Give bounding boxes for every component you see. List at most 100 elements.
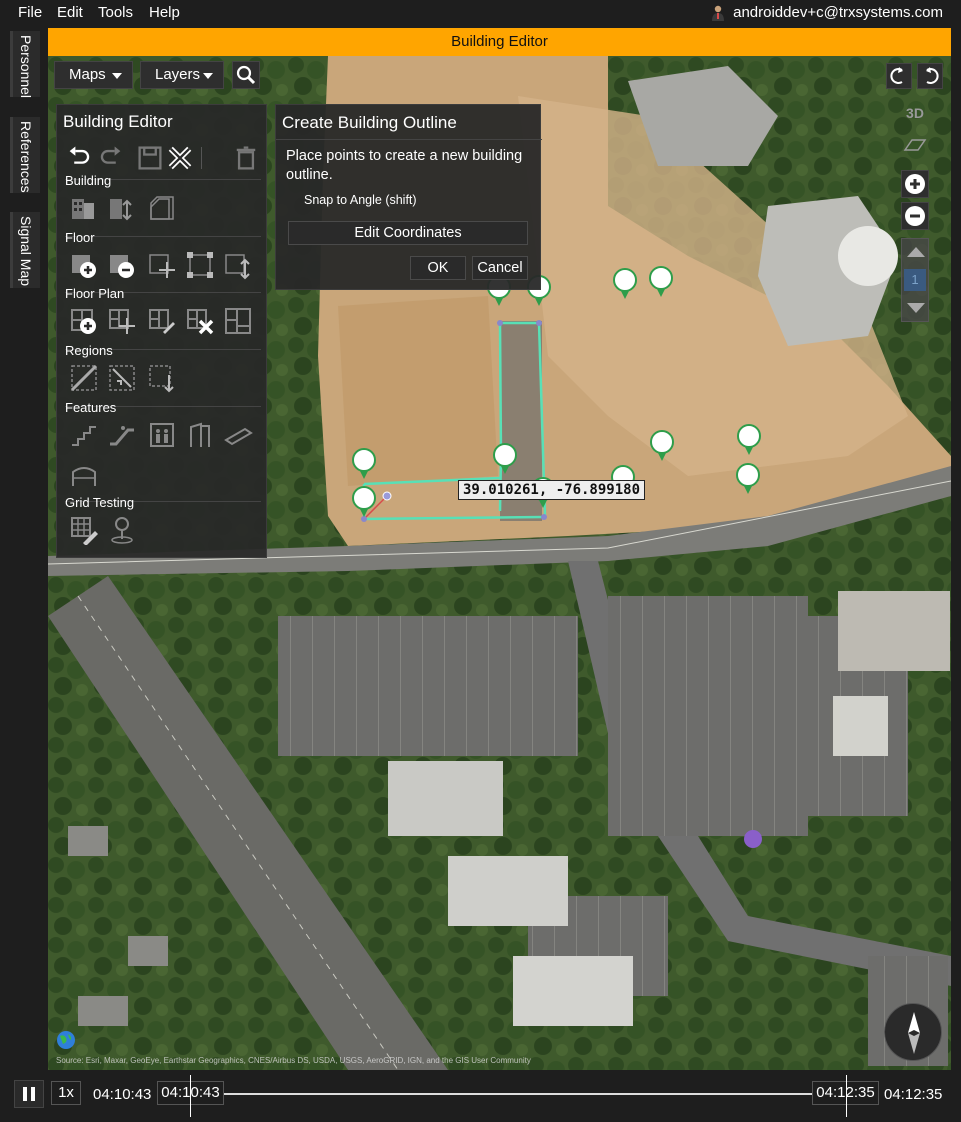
region-split-icon [109, 365, 135, 391]
split-region-button[interactable] [107, 363, 137, 393]
edit-floor-plan-button[interactable] [147, 306, 177, 336]
chevron-down-icon [112, 73, 122, 79]
stairs-button[interactable] [69, 420, 99, 450]
window-icon [72, 467, 96, 486]
save-button[interactable] [135, 143, 162, 170]
window-button[interactable] [69, 460, 99, 490]
discard-icon [168, 146, 192, 170]
reorder-region-button[interactable] [147, 363, 177, 393]
tilt-plane-icon[interactable] [902, 136, 928, 154]
coordinate-readout: 39.010261, -76.899180 [458, 480, 646, 500]
floor-plan-add-icon [71, 309, 96, 334]
menu-file[interactable]: File [18, 4, 42, 21]
add-floor-plan-button[interactable] [69, 306, 99, 336]
ok-button[interactable]: OK [410, 256, 466, 280]
ramp-icon [224, 427, 253, 446]
zoom-in-button[interactable] [901, 170, 929, 198]
discard-button[interactable] [165, 143, 192, 170]
section-features: Features [65, 400, 117, 415]
grid-edit-button[interactable] [69, 515, 99, 546]
ramp-button[interactable] [223, 420, 253, 450]
building-move-icon [110, 199, 132, 221]
location-pin-button[interactable] [107, 515, 137, 545]
rotate-right-button[interactable] [917, 63, 943, 89]
move-floor-button[interactable] [147, 250, 177, 280]
building-add-icon [72, 199, 94, 219]
pause-icon [23, 1087, 35, 1101]
floor-resize-button[interactable] [185, 250, 215, 280]
floor-reorder-button[interactable] [223, 250, 253, 280]
add-region-button[interactable] [69, 363, 99, 393]
floor-plan-move-icon [109, 309, 135, 334]
zoom-out-icon [905, 206, 925, 226]
map-pin-marker[interactable] [735, 462, 761, 496]
timeline-track[interactable] [224, 1093, 812, 1095]
floor-remove-icon [110, 255, 134, 278]
maps-dropdown[interactable]: Maps [54, 61, 133, 89]
building-outline-button[interactable] [147, 193, 177, 223]
rotate-left-icon [890, 67, 903, 84]
3d-toggle[interactable]: 3D [902, 105, 928, 123]
layers-dropdown[interactable]: Layers [140, 61, 224, 89]
tab-references[interactable]: References [10, 117, 40, 193]
map-pin-marker[interactable] [736, 423, 762, 457]
map-pin-marker[interactable] [492, 442, 518, 476]
pause-button[interactable] [14, 1080, 44, 1108]
floor-resize-icon [187, 252, 213, 278]
elevator-button[interactable] [147, 420, 177, 450]
tab-personnel[interactable]: Personnel [10, 31, 40, 98]
map-pin-marker[interactable] [612, 267, 638, 301]
compass-button[interactable] [884, 1003, 942, 1061]
edit-coordinates-button[interactable]: Edit Coordinates [288, 221, 528, 245]
search-button[interactable] [232, 61, 260, 89]
floor-down-icon[interactable] [906, 301, 926, 315]
snap-to-angle-option[interactable]: Snap to Angle (shift) [304, 193, 417, 207]
map-attribution: Source: Esri, Maxar, GeoEye, Earthstar G… [56, 1056, 531, 1065]
map-pin-marker[interactable] [648, 265, 674, 299]
delete-button[interactable] [231, 143, 257, 170]
map-pin-marker[interactable] [351, 485, 377, 519]
floor-number[interactable]: 1 [904, 269, 926, 291]
stairs-icon [72, 426, 96, 446]
map-pin-marker[interactable] [351, 447, 377, 481]
rotate-left-button[interactable] [886, 63, 912, 89]
zoom-in-icon [905, 174, 925, 194]
grid-edit-icon [71, 517, 98, 546]
remove-floor-button[interactable] [107, 250, 137, 280]
layers-dropdown-label: Layers [155, 66, 201, 83]
undo-button[interactable] [65, 143, 91, 169]
chevron-down-icon [203, 73, 213, 79]
add-floor-button[interactable] [69, 250, 99, 280]
map-pin-marker[interactable] [649, 429, 675, 463]
user-account[interactable]: androiddev+c@trxsystems.com [711, 4, 943, 21]
range-end-marker [846, 1075, 847, 1117]
search-icon [236, 65, 256, 85]
move-building-button[interactable] [107, 193, 137, 223]
range-start-marker [190, 1075, 191, 1117]
floor-plan-view-button[interactable] [223, 306, 253, 336]
maps-dropdown-label: Maps [69, 66, 106, 83]
zoom-out-button[interactable] [901, 202, 929, 230]
elevator-icon [150, 423, 174, 447]
floor-up-icon[interactable] [906, 245, 926, 259]
menu-tools[interactable]: Tools [98, 4, 133, 21]
door-button[interactable] [185, 420, 215, 450]
menu-help[interactable]: Help [149, 4, 180, 21]
tab-signal-map[interactable]: Signal Map [10, 212, 40, 288]
menu-edit[interactable]: Edit [57, 4, 83, 21]
redo-button[interactable] [95, 143, 121, 169]
cancel-button[interactable]: Cancel [472, 256, 528, 280]
add-building-button[interactable] [69, 193, 99, 223]
toolbar-divider [201, 147, 202, 169]
playback-speed-button[interactable]: 1x [51, 1081, 81, 1105]
floor-move-icon [149, 254, 175, 278]
section-floor: Floor [65, 230, 95, 245]
section-building: Building [65, 173, 112, 188]
floor-selector: 1 [901, 238, 929, 322]
tab-signal-map-label: Signal Map [18, 216, 34, 287]
building-editor-panel: Building Editor Building Floor Floor Pla… [56, 104, 267, 558]
escalator-button[interactable] [107, 420, 137, 450]
move-floor-plan-button[interactable] [107, 306, 137, 336]
region-reorder-icon [149, 365, 174, 393]
delete-floor-plan-button[interactable] [185, 306, 215, 336]
